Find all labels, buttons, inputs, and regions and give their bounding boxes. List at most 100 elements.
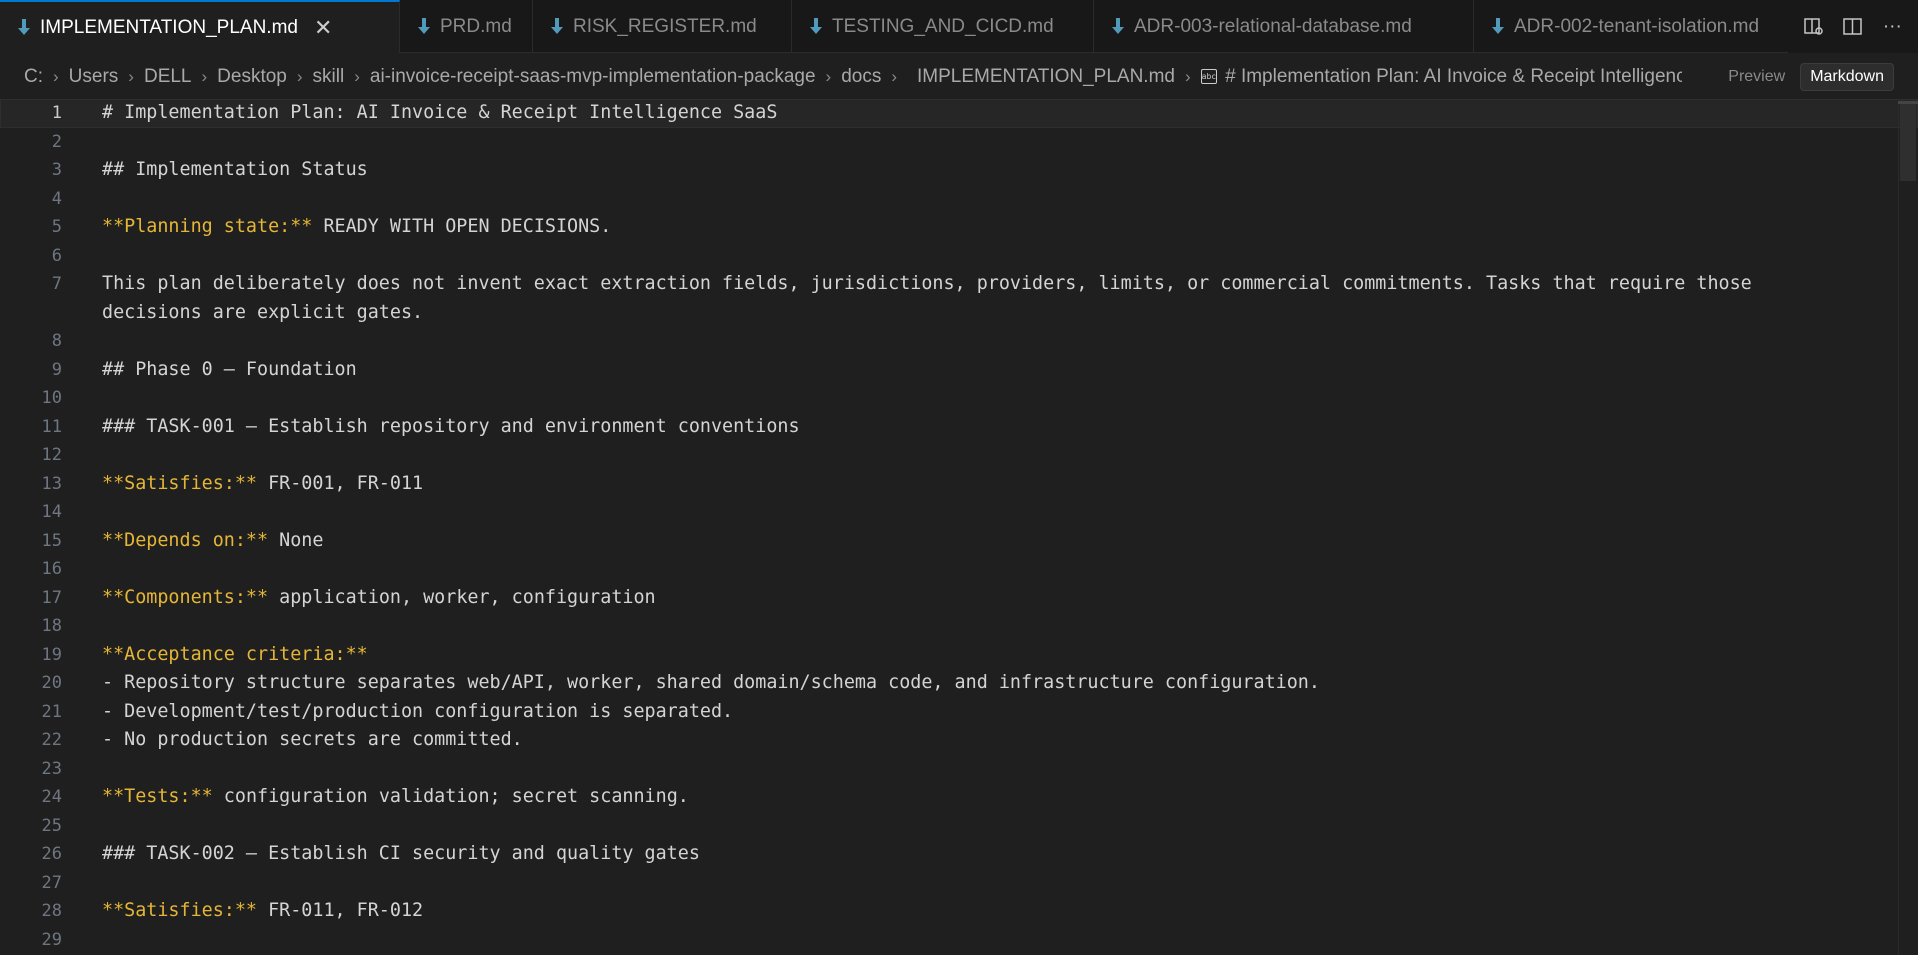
editor-line[interactable]: 17 **Components:** application, worker, c…: [0, 584, 1918, 613]
editor-line[interactable]: 19 **Acceptance criteria:**: [0, 641, 1918, 670]
line-text: ### TASK-001 — Establish repository and …: [102, 415, 800, 437]
line-number: 9: [51, 359, 62, 380]
close-icon[interactable]: ✕: [314, 15, 332, 41]
editor-line[interactable]: 13 **Satisfies:** FR-001, FR-011: [0, 470, 1918, 499]
split-editor-icon[interactable]: [1840, 14, 1866, 40]
editor-line[interactable]: 27: [0, 869, 1918, 898]
line-number: 8: [51, 331, 62, 351]
markdown-file-icon: [1112, 17, 1124, 34]
line-number: 4: [51, 188, 62, 209]
breadcrumb-item[interactable]: Users: [69, 66, 119, 88]
open-preview-icon[interactable]: [1801, 14, 1827, 40]
line-number: 26: [41, 844, 62, 864]
line-text: configuration validation; secret scannin…: [212, 786, 689, 807]
bold-markup: **Acceptance criteria:**: [102, 643, 368, 665]
editor-line[interactable]: 15 **Depends on:** None: [0, 527, 1918, 556]
breadcrumb-symbol[interactable]: # Implementation Plan: AI Invoice & Rece…: [1225, 66, 1682, 88]
breadcrumb-item[interactable]: ai-invoice-receipt-saas-mvp-implementati…: [370, 66, 816, 88]
editor-line[interactable]: 26 ### TASK-002 — Establish CI security a…: [0, 840, 1918, 869]
editor-line[interactable]: 16: [0, 555, 1918, 584]
tab-label: PRD.md: [440, 15, 512, 37]
editor-line[interactable]: 22 - No production secrets are committed.: [0, 726, 1918, 755]
editor-line[interactable]: 4: [0, 185, 1918, 214]
line-text: ## Phase 0 — Foundation: [102, 358, 357, 380]
editor-line[interactable]: 23: [0, 755, 1918, 784]
line-text: FR-001, FR-011: [257, 472, 424, 494]
breadcrumb: C: › Users › DELL › Desktop › skill › ai-invo…: [0, 54, 1918, 99]
editor-line[interactable]: 1 # Implementation Plan: AI Invoice & Rec…: [0, 99, 1918, 128]
breadcrumb-item[interactable]: Desktop: [217, 66, 287, 88]
line-content: ## Implementation Status: [102, 156, 1858, 185]
breadcrumb-item[interactable]: C:: [24, 66, 43, 88]
scrollbar-thumb[interactable]: [1900, 101, 1916, 181]
line-number: 20: [41, 673, 62, 693]
tab-testing-and-cicd[interactable]: TESTING_AND_CICD.md: [792, 0, 1094, 53]
editor-line[interactable]: 10: [0, 384, 1918, 413]
markdown-file-icon: [418, 17, 430, 34]
line-number: 27: [41, 872, 62, 893]
line-number: 17: [41, 587, 62, 608]
tab-risk-register[interactable]: RISK_REGISTER.md: [533, 0, 792, 53]
editor-line[interactable]: 21 - Development/test/production configur…: [0, 698, 1918, 727]
preview-button[interactable]: Preview: [1719, 64, 1794, 90]
editor-line[interactable]: 25: [0, 812, 1918, 841]
tab-adr-003[interactable]: ADR-003-relational-database.md: [1094, 0, 1474, 53]
editor-line[interactable]: 7 This plan deliberately does not invent …: [0, 270, 1918, 327]
markdown-file-icon: [810, 17, 822, 34]
line-number: 6: [51, 245, 62, 266]
markdown-file-icon: [18, 18, 30, 35]
bold-markup: **Depends on:**: [102, 529, 269, 551]
cursor-position-marker: [1898, 101, 1918, 104]
editor-line[interactable]: 29: [0, 926, 1918, 955]
tab-label: IMPLEMENTATION_PLAN.md: [40, 16, 298, 38]
line-number: 12: [41, 445, 62, 465]
line-content: ### TASK-001 — Establish repository and …: [102, 413, 1858, 442]
line-text: ### TASK-002 — Establish CI security and…: [102, 843, 700, 864]
chevron-right-icon: ›: [201, 66, 208, 86]
tab-implementation-plan[interactable]: IMPLEMENTATION_PLAN.md ✕: [0, 0, 400, 53]
line-number: 16: [41, 559, 62, 579]
editor-line[interactable]: 3 ## Implementation Status: [0, 156, 1918, 185]
breadcrumb-item[interactable]: docs: [841, 66, 881, 88]
editor-line[interactable]: 9 ## Phase 0 — Foundation: [0, 356, 1918, 385]
line-text: This plan deliberately does not invent e…: [102, 273, 1763, 323]
line-content: ### TASK-002 — Establish CI security and…: [102, 840, 1858, 869]
tab-prd[interactable]: PRD.md: [400, 0, 533, 53]
bold-markup: **Satisfies:**: [102, 900, 258, 921]
line-text: None: [268, 529, 324, 551]
line-content: **Satisfies:** FR-011, FR-012: [102, 897, 1858, 926]
editor-line[interactable]: 24 **Tests:** configuration validation; s…: [0, 783, 1918, 812]
editor-line[interactable]: 11 ### TASK-001 — Establish repository an…: [0, 413, 1918, 442]
line-content: **Tests:** configuration validation; sec…: [102, 783, 1858, 812]
line-number: 28: [41, 901, 62, 921]
line-number: 21: [41, 701, 62, 722]
line-content: - Repository structure separates web/API…: [102, 669, 1858, 698]
editor-line[interactable]: 20 - Repository structure separates web/A…: [0, 669, 1918, 698]
breadcrumb-item[interactable]: DELL: [144, 66, 192, 88]
code-editor[interactable]: 1 # Implementation Plan: AI Invoice & Rec…: [0, 99, 1918, 955]
editor-line[interactable]: 6: [0, 242, 1918, 271]
editor-line[interactable]: 14: [0, 498, 1918, 527]
editor-line[interactable]: 28 **Satisfies:** FR-011, FR-012: [0, 897, 1918, 926]
line-content: # Implementation Plan: AI Invoice & Rece…: [102, 99, 1858, 128]
chevron-right-icon: ›: [354, 66, 360, 86]
editor-line[interactable]: 5 **Planning state:** READY WITH OPEN DEC…: [0, 213, 1918, 242]
markdown-file-icon: [551, 17, 563, 34]
markdown-button[interactable]: Markdown: [1800, 63, 1894, 91]
tab-label: RISK_REGISTER.md: [573, 15, 757, 37]
editor-line[interactable]: 8: [0, 327, 1918, 356]
line-text: - Repository structure separates web/API…: [102, 672, 1320, 693]
editor-line[interactable]: 2: [0, 128, 1918, 157]
vertical-scrollbar[interactable]: [1898, 99, 1918, 955]
breadcrumb-file[interactable]: IMPLEMENTATION_PLAN.md: [917, 66, 1175, 88]
line-number: 2: [51, 131, 62, 152]
line-text: READY WITH OPEN DECISIONS.: [312, 216, 612, 237]
breadcrumb-item[interactable]: skill: [313, 66, 345, 88]
tab-adr-002[interactable]: ADR-002-tenant-isolation.md: [1474, 0, 1789, 53]
editor-line[interactable]: 18: [0, 612, 1918, 641]
more-icon[interactable]: ···: [1879, 14, 1905, 40]
bold-markup: **Tests:**: [102, 786, 213, 807]
line-number: 15: [41, 530, 62, 551]
chevron-right-icon: ›: [891, 66, 898, 86]
editor-line[interactable]: 12: [0, 441, 1918, 470]
